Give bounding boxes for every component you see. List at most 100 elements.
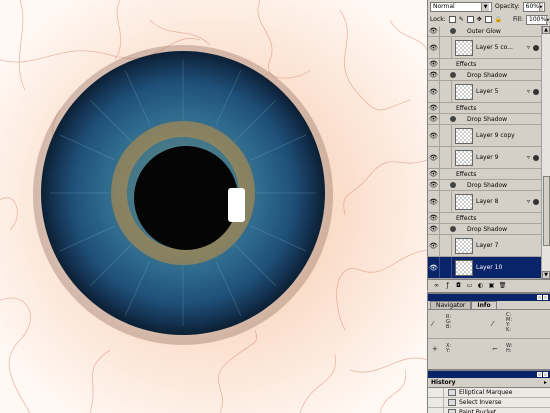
layer-style-icon[interactable] <box>533 154 539 161</box>
history-snapshot-checkbox[interactable] <box>428 408 444 413</box>
tab-info[interactable]: Info <box>471 301 497 309</box>
eye-icon[interactable]: 👁 <box>428 103 440 113</box>
fill-label: Fill: <box>512 16 523 23</box>
layers-scrollbar[interactable]: ▲ ▼ <box>541 26 550 279</box>
scroll-thumb[interactable] <box>543 176 550 246</box>
layer-row[interactable]: 👁 Layer 9 copy <box>428 125 542 147</box>
layer-row[interactable]: 👁 Layer 10 <box>428 257 542 279</box>
chevron-right-icon: ▸ <box>546 15 550 24</box>
eye-icon[interactable]: 👁 <box>428 169 440 179</box>
tab-navigator[interactable]: Navigator <box>430 301 472 309</box>
layer-name: Layer 5 co... <box>476 44 513 51</box>
rgb-readout: R: G: B: <box>446 314 452 330</box>
lock-transparency-checkbox[interactable] <box>448 16 456 23</box>
layer-link-icon[interactable] <box>440 37 452 58</box>
mask-icon[interactable]: ◘ <box>454 282 463 290</box>
layer-link-icon[interactable] <box>440 81 452 102</box>
eye-icon[interactable]: 👁 <box>428 224 440 234</box>
history-header: History ▸ <box>428 378 550 388</box>
blend-mode-select[interactable]: Normal ▼ <box>430 1 492 12</box>
effects-row[interactable]: 👁 Effects <box>428 59 542 70</box>
layer-link-icon[interactable] <box>440 191 452 212</box>
effect-row[interactable]: 👁 Drop Shadow <box>428 180 542 191</box>
history-item[interactable]: Select Inverse <box>428 398 550 408</box>
eye-icon[interactable]: 👁 <box>428 257 440 278</box>
effects-row[interactable]: 👁 Effects <box>428 169 542 180</box>
info-titlebar[interactable] <box>428 294 550 301</box>
effect-row[interactable]: 👁 Drop Shadow <box>428 70 542 81</box>
history-titlebar[interactable] <box>428 371 550 378</box>
layer-style-icon[interactable] <box>533 88 539 95</box>
history-snapshot-checkbox[interactable] <box>428 398 444 407</box>
layer-name: Layer 9 <box>476 154 499 161</box>
chevron-right-icon: ▸ <box>539 2 543 11</box>
expand-effects-icon[interactable]: ▿ <box>527 44 530 51</box>
effect-icon <box>450 72 456 78</box>
new-layer-icon[interactable]: ▣ <box>487 282 496 290</box>
layer-style-icon[interactable] <box>533 44 539 51</box>
lock-image-checkbox[interactable] <box>466 16 474 23</box>
effect-row[interactable]: 👁 Drop Shadow <box>428 224 542 235</box>
opacity-field[interactable]: 60% ▸ <box>522 1 545 12</box>
layer-link-icon[interactable] <box>440 235 452 256</box>
layer-row[interactable]: 👁 Layer 8 ▿ <box>428 191 542 213</box>
eye-icon[interactable]: 👁 <box>428 114 440 124</box>
layer-list[interactable]: 👁 Outer Glow 👁 Layer 5 co... ▿ 👁 Effects 👁 Drop … <box>428 26 542 279</box>
effects-row[interactable]: 👁 Effects <box>428 103 542 114</box>
adjustment-layer-icon[interactable]: ◐ <box>476 282 485 290</box>
expand-effects-icon[interactable]: ▿ <box>527 198 530 205</box>
expand-effects-icon[interactable]: ▿ <box>527 88 530 95</box>
layer-name: Effects <box>456 60 477 68</box>
eye-icon[interactable]: 👁 <box>428 26 440 36</box>
layer-link-icon[interactable] <box>440 147 452 168</box>
layer-name: Effects <box>456 170 477 178</box>
layer-style-icon[interactable] <box>533 198 539 205</box>
eye-icon[interactable]: 👁 <box>428 125 440 146</box>
eye-icon[interactable]: 👁 <box>428 235 440 256</box>
eye-icon[interactable]: 👁 <box>428 59 440 69</box>
layer-link-icon[interactable] <box>440 257 452 278</box>
layer-row[interactable]: 👁 Layer 7 <box>428 235 542 257</box>
history-item[interactable]: Paint Bucket <box>428 408 550 413</box>
effects-row[interactable]: 👁 Effects <box>428 213 542 224</box>
new-set-icon[interactable]: ▭ <box>465 282 474 290</box>
history-item[interactable]: Elliptical Marquee <box>428 388 550 398</box>
eye-icon[interactable]: 👁 <box>428 37 440 58</box>
history-snapshot-checkbox[interactable] <box>428 388 444 397</box>
link-icon[interactable]: ∞ <box>432 282 441 290</box>
lock-position-checkbox[interactable] <box>484 16 492 23</box>
layer-row[interactable]: 👁 Layer 9 ▿ <box>428 147 542 169</box>
eyedropper-cmyk-icon: ⁄ <box>492 320 494 328</box>
eye-icon[interactable]: 👁 <box>428 81 440 102</box>
eye-icon[interactable]: 👁 <box>428 213 440 223</box>
layer-row[interactable]: 👁 Layer 5 co... ▿ <box>428 37 542 59</box>
minimize-icon[interactable] <box>537 372 542 377</box>
layer-thumbnail <box>455 149 473 166</box>
eye-icon[interactable]: 👁 <box>428 191 440 212</box>
wh-readout: W: H: <box>506 343 513 354</box>
close-icon[interactable] <box>543 372 548 377</box>
fill-field[interactable]: 100% ▸ <box>526 14 550 25</box>
trash-icon[interactable]: 🗑 <box>498 282 507 290</box>
close-icon[interactable] <box>543 295 548 300</box>
minimize-icon[interactable] <box>537 295 542 300</box>
eyedropper-icon: ⁄ <box>432 320 434 328</box>
expand-effects-icon[interactable]: ▿ <box>527 154 530 161</box>
document-canvas[interactable] <box>0 0 427 413</box>
palette-menu-icon[interactable]: ▸ <box>544 379 547 386</box>
layer-link-icon[interactable] <box>440 125 452 146</box>
eye-icon[interactable]: 👁 <box>428 147 440 168</box>
history-step-icon <box>448 409 456 413</box>
effect-icon <box>450 28 456 34</box>
history-list[interactable]: Elliptical Marquee Select Inverse Paint Bu… <box>428 388 550 413</box>
xy-readout: X: Y: <box>446 343 452 354</box>
eye-icon[interactable]: 👁 <box>428 180 440 190</box>
eye-icon[interactable]: 👁 <box>428 70 440 80</box>
effect-row[interactable]: 👁 Drop Shadow <box>428 114 542 125</box>
scroll-down-icon[interactable]: ▼ <box>542 271 550 279</box>
layer-row[interactable]: 👁 Layer 5 ▿ <box>428 81 542 103</box>
add-style-icon[interactable]: ƒ <box>443 282 452 290</box>
effect-row[interactable]: 👁 Outer Glow <box>428 26 542 37</box>
info-tabs: Navigator Info <box>428 301 550 310</box>
scroll-up-icon[interactable]: ▲ <box>542 26 550 34</box>
